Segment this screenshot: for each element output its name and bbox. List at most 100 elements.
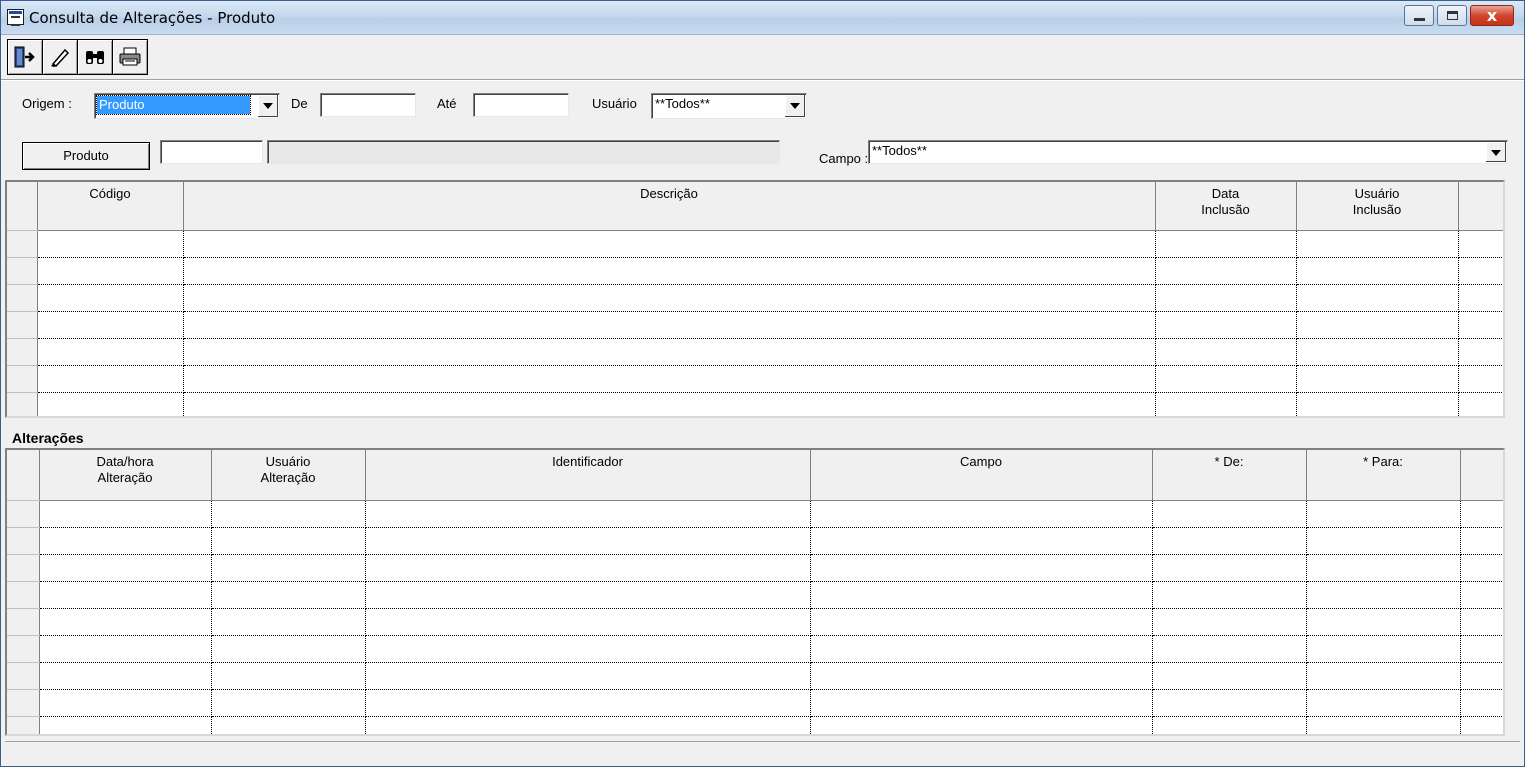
table-cell[interactable] xyxy=(1296,365,1459,393)
table-cell[interactable] xyxy=(1155,284,1297,312)
table-cell[interactable] xyxy=(39,554,212,582)
table-cell[interactable] xyxy=(1152,635,1307,663)
table-cell[interactable] xyxy=(1296,311,1459,339)
table-cell[interactable] xyxy=(1458,365,1503,393)
table-cell[interactable] xyxy=(810,635,1153,663)
table-cell[interactable] xyxy=(1306,689,1461,717)
table-row[interactable] xyxy=(7,554,1503,582)
row-indicator[interactable] xyxy=(7,635,40,663)
search-button[interactable] xyxy=(77,39,113,75)
usuario-select[interactable]: **Todos** xyxy=(651,93,807,119)
column-header-identificador[interactable]: Identificador xyxy=(365,450,811,501)
table-cell[interactable] xyxy=(1306,527,1461,555)
ate-date-input[interactable] xyxy=(473,93,569,117)
table-cell[interactable] xyxy=(39,500,212,528)
row-indicator[interactable] xyxy=(7,392,38,416)
table-cell[interactable] xyxy=(365,527,811,555)
table-cell[interactable] xyxy=(37,311,184,339)
column-header-usuario-inclusao[interactable]: Usuário Inclusão xyxy=(1296,182,1459,231)
maximize-button[interactable] xyxy=(1437,5,1467,26)
table-row[interactable] xyxy=(7,284,1503,312)
table-cell[interactable] xyxy=(37,365,184,393)
table-cell[interactable] xyxy=(1152,689,1307,717)
table-cell[interactable] xyxy=(211,500,366,528)
table-cell[interactable] xyxy=(365,716,811,734)
table-cell[interactable] xyxy=(39,716,212,734)
table-row[interactable] xyxy=(7,338,1503,366)
produto-button[interactable]: Produto xyxy=(22,142,150,170)
origem-select[interactable]: Produto xyxy=(94,93,280,119)
table-cell[interactable] xyxy=(39,635,212,663)
campo-select[interactable]: **Todos** xyxy=(868,140,1508,164)
table-cell[interactable] xyxy=(1460,716,1503,734)
table-cell[interactable] xyxy=(183,230,1156,258)
table-row[interactable] xyxy=(7,311,1503,339)
table-cell[interactable] xyxy=(1458,338,1503,366)
table-cell[interactable] xyxy=(1155,257,1297,285)
row-indicator[interactable] xyxy=(7,662,40,690)
chevron-down-icon[interactable] xyxy=(258,95,278,117)
clear-button[interactable] xyxy=(42,39,78,75)
minimize-button[interactable] xyxy=(1404,5,1434,26)
table-cell[interactable] xyxy=(1296,338,1459,366)
table-cell[interactable] xyxy=(810,581,1153,609)
table-cell[interactable] xyxy=(1152,581,1307,609)
table-row[interactable] xyxy=(7,608,1503,636)
row-indicator[interactable] xyxy=(7,581,40,609)
table-row[interactable] xyxy=(7,581,1503,609)
table-cell[interactable] xyxy=(211,608,366,636)
table-cell[interactable] xyxy=(183,392,1156,416)
table-cell[interactable] xyxy=(211,716,366,734)
table-cell[interactable] xyxy=(810,554,1153,582)
table-cell[interactable] xyxy=(365,635,811,663)
table-cell[interactable] xyxy=(810,527,1153,555)
produto-grid[interactable]: Código Descrição Data Inclusão Usuário I… xyxy=(5,180,1505,418)
table-row[interactable] xyxy=(7,635,1503,663)
chevron-down-icon[interactable] xyxy=(785,95,805,117)
row-indicator[interactable] xyxy=(7,608,40,636)
row-indicator[interactable] xyxy=(7,716,40,734)
row-indicator[interactable] xyxy=(7,500,40,528)
row-indicator[interactable] xyxy=(7,338,38,366)
table-cell[interactable] xyxy=(1460,635,1503,663)
column-header-data-hora-alteracao[interactable]: Data/hora Alteração xyxy=(39,450,212,501)
table-cell[interactable] xyxy=(1152,662,1307,690)
table-cell[interactable] xyxy=(1306,662,1461,690)
table-cell[interactable] xyxy=(810,608,1153,636)
table-cell[interactable] xyxy=(1460,500,1503,528)
table-cell[interactable] xyxy=(1152,716,1307,734)
table-cell[interactable] xyxy=(1152,554,1307,582)
table-cell[interactable] xyxy=(1460,608,1503,636)
row-indicator[interactable] xyxy=(7,230,38,258)
table-cell[interactable] xyxy=(1306,554,1461,582)
produto-code-input[interactable] xyxy=(160,140,263,164)
table-cell[interactable] xyxy=(1155,365,1297,393)
close-button[interactable]: x xyxy=(1470,5,1514,26)
table-cell[interactable] xyxy=(183,338,1156,366)
table-cell[interactable] xyxy=(810,500,1153,528)
table-cell[interactable] xyxy=(1306,635,1461,663)
table-cell[interactable] xyxy=(183,365,1156,393)
table-cell[interactable] xyxy=(1152,608,1307,636)
table-row[interactable] xyxy=(7,500,1503,528)
table-row[interactable] xyxy=(7,689,1503,717)
table-row[interactable] xyxy=(7,716,1503,734)
table-cell[interactable] xyxy=(211,581,366,609)
table-row[interactable] xyxy=(7,527,1503,555)
table-cell[interactable] xyxy=(1152,500,1307,528)
table-cell[interactable] xyxy=(39,662,212,690)
table-cell[interactable] xyxy=(183,284,1156,312)
table-cell[interactable] xyxy=(1306,500,1461,528)
table-cell[interactable] xyxy=(39,608,212,636)
table-cell[interactable] xyxy=(39,689,212,717)
table-cell[interactable] xyxy=(365,662,811,690)
table-cell[interactable] xyxy=(1306,716,1461,734)
table-cell[interactable] xyxy=(1460,662,1503,690)
table-row[interactable] xyxy=(7,662,1503,690)
table-cell[interactable] xyxy=(37,257,184,285)
table-cell[interactable] xyxy=(1458,257,1503,285)
table-cell[interactable] xyxy=(1458,311,1503,339)
table-cell[interactable] xyxy=(1155,311,1297,339)
print-button[interactable] xyxy=(112,39,148,75)
table-cell[interactable] xyxy=(1458,392,1503,416)
